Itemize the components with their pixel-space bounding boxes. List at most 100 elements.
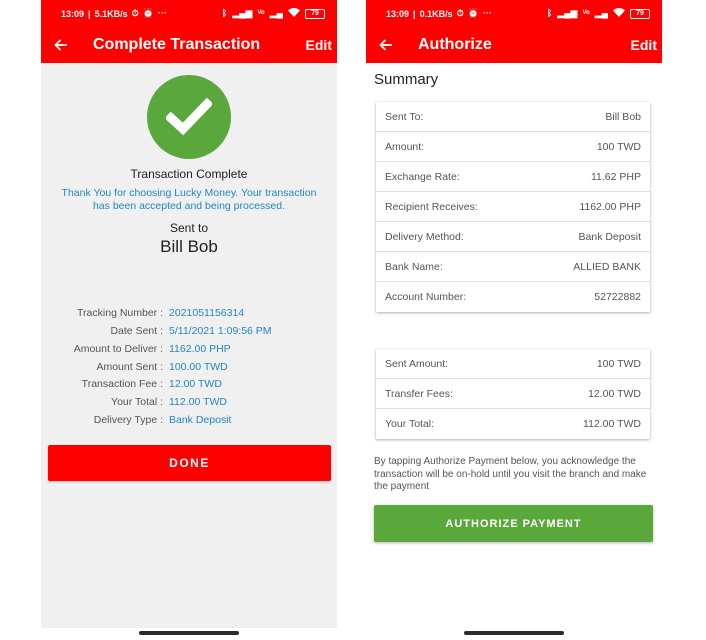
authorize-payment-button[interactable]: AUTHORIZE PAYMENT [374, 505, 653, 542]
status-time: 13:09 [61, 8, 85, 19]
detail-value: 12.00 TWD [169, 378, 222, 390]
gesture-nav-bar[interactable] [464, 631, 564, 635]
status-bar: 13:09 | 5.1KB/s ⏱ ⏰ ··· ᛒ ▂▄▆ Vo ▂▄ 79 [41, 0, 337, 27]
detail-row-delivery-type: Delivery Type : Bank Deposit [41, 414, 337, 430]
detail-label: Date Sent : [110, 325, 163, 337]
detail-row-date-sent: Date Sent : 5/11/2021 1:09:56 PM [41, 325, 337, 341]
signal-icon: ▂▄▆ [557, 8, 578, 18]
status-net-speed: 5.1KB/s [94, 8, 128, 19]
wifi-icon [288, 8, 300, 19]
signal-2-icon: ▂▄ [594, 8, 608, 18]
row-label: Transfer Fees: [385, 387, 453, 400]
summary-row-sent-to: Sent To: Bill Bob [376, 102, 650, 132]
transaction-complete-panel: Transaction Complete Thank You for choos… [41, 63, 337, 628]
row-value: 100 TWD [596, 357, 641, 370]
volte-icon: Vo [582, 10, 590, 16]
back-arrow-icon[interactable] [41, 27, 81, 63]
row-value: 11.62 PHP [590, 170, 641, 183]
sent-to-label: Sent to [169, 221, 209, 235]
app-bar: Authorize Edit [366, 27, 662, 63]
detail-value: 5/11/2021 1:09:56 PM [169, 325, 272, 337]
bluetooth-icon: ᛒ [221, 8, 228, 18]
totals-card: Sent Amount: 100 TWD Transfer Fees: 12.0… [376, 349, 650, 439]
done-button[interactable]: DONE [48, 445, 331, 481]
transaction-complete-title: Transaction Complete [130, 167, 248, 181]
detail-label: Your Total : [111, 396, 163, 408]
row-value: 112.00 TWD [583, 418, 641, 430]
detail-value: 112.00 TWD [169, 396, 227, 408]
detail-row-amount-to-deliver: Amount to Deliver : 1162.00 PHP [41, 343, 337, 359]
detail-value: 1162.00 PHP [169, 343, 231, 355]
summary-row-recipient-receives: Recipient Receives: 1162.00 PHP [376, 192, 650, 222]
row-label: Amount: [385, 140, 425, 153]
summary-row-account-number: Account Number: 52722882 [376, 282, 650, 312]
detail-value: 2021051156314 [169, 307, 245, 319]
summary-row-exchange-rate: Exchange Rate: 11.62 PHP [376, 162, 650, 192]
signal-icon: ▂▄▆ [232, 8, 253, 18]
edit-button[interactable]: Edit [306, 37, 332, 53]
wifi-icon [613, 8, 625, 19]
detail-label: Transaction Fee : [81, 378, 163, 390]
row-value: 12.00 TWD [588, 387, 641, 400]
row-value: 52722882 [594, 291, 641, 303]
app-bar: Complete Transaction Edit [41, 27, 337, 63]
row-value: 1162.00 PHP [579, 200, 641, 213]
detail-row-amount-sent: Amount Sent : 100.00 TWD [41, 361, 337, 377]
row-label: Your Total: [385, 418, 435, 430]
detail-label: Tracking Number : [77, 307, 163, 319]
page-title: Authorize [418, 36, 492, 53]
detail-label: Amount to Deliver : [73, 343, 163, 355]
battery-icon: 79 [305, 8, 325, 19]
thank-you-message: Thank You for choosing Lucky Money. Your… [61, 187, 317, 212]
complete-transaction-screen: 13:09 | 5.1KB/s ⏱ ⏰ ··· ᛒ ▂▄▆ Vo ▂▄ 79 C… [41, 0, 337, 640]
summary-card: Sent To: Bill Bob Amount: 100 TWD Exchan… [376, 102, 650, 312]
summary-row-amount: Amount: 100 TWD [376, 132, 650, 162]
detail-value: Bank Deposit [169, 414, 232, 426]
totals-row-your-total: Your Total: 112.00 TWD [376, 409, 650, 439]
detail-label: Amount Sent : [96, 361, 163, 373]
alarm-icon: ⏰ [467, 8, 479, 18]
no-alarm-icon: ⏱ [131, 8, 139, 18]
alarm-icon: ⏰ [142, 8, 154, 18]
detail-label: Delivery Type : [93, 414, 163, 426]
edit-button[interactable]: Edit [631, 37, 657, 53]
signal-2-icon: ▂▄ [269, 8, 283, 18]
no-alarm-icon: ⏱ [456, 8, 464, 18]
row-label: Delivery Method: [385, 230, 464, 243]
success-check-icon [147, 75, 231, 159]
back-arrow-icon[interactable] [366, 27, 406, 63]
row-label: Sent To: [385, 110, 424, 123]
totals-row-sent-amount: Sent Amount: 100 TWD [376, 349, 650, 379]
bluetooth-icon: ᛒ [546, 8, 553, 18]
row-value: 100 TWD [596, 140, 641, 153]
row-value: Bill Bob [605, 110, 641, 123]
status-net-speed: 0.1KB/s [419, 8, 453, 19]
volte-icon: Vo [257, 10, 265, 16]
row-label: Sent Amount: [385, 357, 449, 370]
row-label: Bank Name: [385, 260, 443, 273]
gesture-nav-bar[interactable] [139, 631, 239, 635]
more-dots-icon: ··· [157, 8, 167, 18]
summary-row-bank-name: Bank Name: ALLIED BANK [376, 252, 650, 282]
more-dots-icon: ··· [482, 8, 492, 18]
detail-row-your-total: Your Total : 112.00 TWD [41, 396, 337, 412]
row-label: Account Number: [385, 291, 467, 303]
row-label: Exchange Rate: [385, 170, 460, 183]
summary-title: Summary [374, 71, 439, 88]
detail-row-tracking-number: Tracking Number : 2021051156314 [41, 307, 337, 323]
authorize-screen: 13:09 | 0.1KB/s ⏱ ⏰ ··· ᛒ ▂▄▆ Vo ▂▄ 79 A… [366, 0, 662, 640]
recipient-name: Bill Bob [160, 237, 218, 256]
summary-row-delivery-method: Delivery Method: Bank Deposit [376, 222, 650, 252]
status-sep: | [413, 8, 416, 19]
detail-value: 100.00 TWD [169, 361, 228, 373]
authorize-disclaimer: By tapping Authorize Payment below, you … [374, 456, 647, 492]
status-bar: 13:09 | 0.1KB/s ⏱ ⏰ ··· ᛒ ▂▄▆ Vo ▂▄ 79 [366, 0, 662, 27]
row-value: ALLIED BANK [573, 260, 641, 273]
status-sep: | [88, 8, 91, 19]
battery-icon: 79 [630, 8, 650, 19]
totals-row-transfer-fees: Transfer Fees: 12.00 TWD [376, 379, 650, 409]
row-label: Recipient Receives: [385, 200, 478, 213]
status-time: 13:09 [386, 8, 410, 19]
detail-row-transaction-fee: Transaction Fee : 12.00 TWD [41, 378, 337, 394]
page-title: Complete Transaction [93, 36, 261, 53]
